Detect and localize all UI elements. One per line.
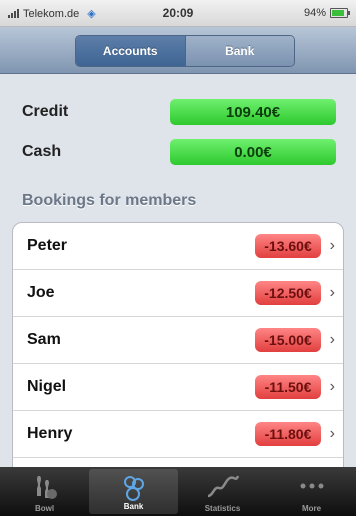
tab-statistics[interactable]: Statistics [178, 467, 267, 516]
credit-amount-badge: 109.40€ [170, 99, 336, 125]
member-name: Sam [27, 331, 61, 348]
chevron-right-icon: › [329, 284, 335, 301]
credit-row: Credit 109.40€ [22, 97, 338, 127]
chevron-right-icon: › [329, 378, 335, 395]
bookings-list: Peter -13.60€ › Joe -12.50€ › Sam -15.00… [12, 222, 344, 469]
debit-amount-badge: -13.60€ [255, 234, 321, 258]
list-item[interactable]: Joe -12.50€ › [13, 270, 343, 317]
list-item[interactable]: Nigel -11.50€ › [13, 364, 343, 411]
tab-more[interactable]: More [267, 467, 356, 516]
status-bar: Telekom.de ◈ 20:09 94% [0, 0, 356, 27]
coins-icon [123, 476, 144, 501]
debit-amount-badge: -11.80€ [255, 422, 321, 446]
segment-bank[interactable]: Bank [184, 36, 294, 66]
member-name: Henry [27, 425, 73, 442]
tab-bowl[interactable]: Bowl [0, 467, 89, 516]
cash-label: Cash [22, 143, 62, 160]
chevron-right-icon: › [329, 331, 335, 348]
credit-label: Credit [22, 103, 69, 120]
battery-percentage: 94% [303, 7, 326, 19]
member-name: Joe [27, 284, 55, 301]
debit-amount-badge: -12.50€ [255, 281, 321, 305]
list-item[interactable]: Henry -11.80€ › [13, 411, 343, 458]
member-name: Nigel [27, 378, 67, 395]
cash-row: Cash 0.00€ [22, 137, 338, 167]
segment-accounts[interactable]: Accounts [76, 36, 185, 66]
tab-label: More [301, 504, 322, 513]
section-header: Bookings for members [22, 192, 197, 209]
battery-info: 94% [303, 7, 350, 19]
list-item[interactable]: Sam -15.00€ › [13, 317, 343, 364]
segmented-control: Accounts Bank [75, 35, 295, 67]
chevron-right-icon: › [329, 425, 335, 442]
tab-label: Bowl [34, 504, 55, 513]
debit-amount-badge: -15.00€ [255, 328, 321, 352]
tab-bar: Bowl Bank Statistics More [0, 467, 356, 516]
graph-icon [207, 475, 239, 498]
pins-icon [36, 476, 57, 499]
tab-label: Bank [123, 502, 144, 511]
member-name: Peter [27, 237, 68, 254]
clock: 20:09 [162, 6, 194, 20]
tab-label: Statistics [204, 504, 241, 513]
tab-bank[interactable]: Bank [89, 469, 178, 514]
debit-amount-badge: -11.50€ [255, 375, 321, 399]
list-item[interactable]: Peter -13.60€ › [13, 223, 343, 270]
battery-icon [330, 8, 350, 18]
chevron-right-icon: › [329, 237, 335, 254]
more-icon [300, 483, 323, 489]
cash-amount-badge: 0.00€ [170, 139, 336, 165]
navigation-bar: Accounts Bank [0, 27, 356, 74]
